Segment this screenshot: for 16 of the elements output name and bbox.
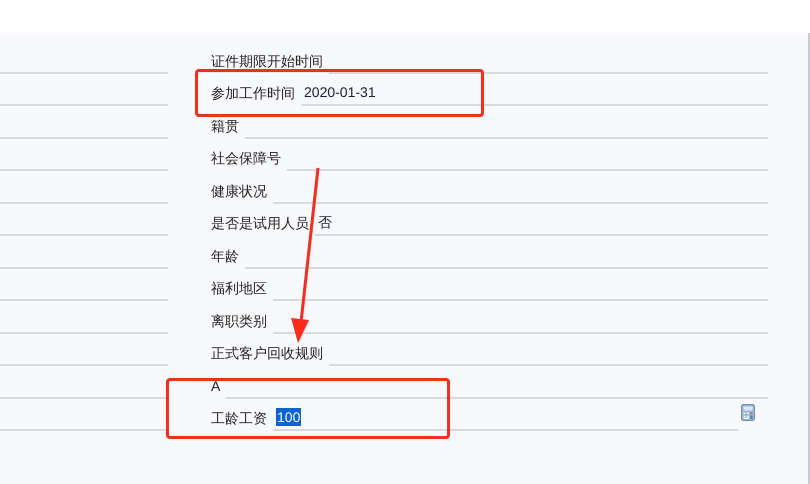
field-label: 离职类别 — [211, 312, 268, 330]
field-label: 年龄 — [211, 246, 240, 266]
field-label: 籍贯 — [211, 116, 240, 136]
calculator-icon[interactable] — [741, 404, 755, 421]
input-field[interactable]: 2020-01-31 — [301, 80, 768, 106]
field-label: 正式客户回收规则 — [211, 344, 324, 363]
field-label: 健康状况 — [211, 182, 268, 200]
input-field[interactable]: 否 — [315, 210, 768, 236]
field-label: A — [211, 376, 222, 396]
input-field[interactable]: 100 — [273, 405, 738, 431]
field-label: 社会保障号 — [211, 149, 282, 168]
field-label: 参加工作时间 — [211, 84, 296, 103]
field-label: 是否是试用人员 — [211, 214, 310, 233]
field-label: 工龄工资 — [211, 409, 268, 428]
field-label: 福利地区 — [211, 279, 268, 298]
field-label: 证件期限开始时间 — [211, 52, 324, 70]
